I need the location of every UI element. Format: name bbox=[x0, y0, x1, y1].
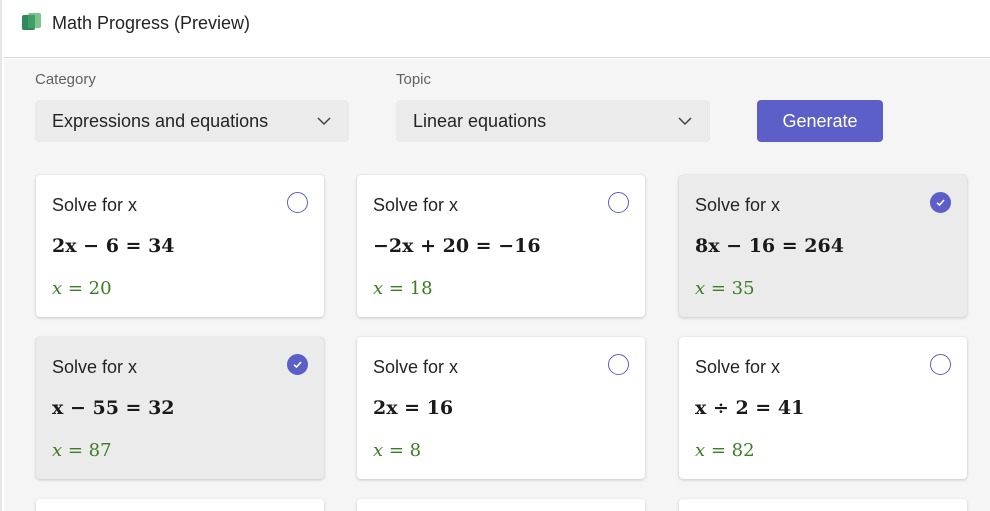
problem-equation: −2x + 20 = −16 bbox=[373, 235, 541, 257]
problem-prompt: Solve for x bbox=[373, 357, 459, 377]
topic-label: Topic bbox=[396, 71, 432, 88]
topic-dropdown[interactable]: Linear equations bbox=[396, 100, 710, 142]
problem-answer: x = 18 bbox=[373, 278, 433, 299]
problem-equation: x ÷ 2 = 41 bbox=[695, 397, 805, 419]
category-dropdown[interactable]: Expressions and equations bbox=[35, 100, 349, 142]
title-bar: Math Progress (Preview) bbox=[4, 0, 990, 58]
problem-answer: x = 20 bbox=[52, 278, 112, 299]
chevron-down-icon bbox=[678, 117, 692, 126]
generator-panel: Category Expressions and equations Topic… bbox=[4, 59, 990, 511]
topic-value: Linear equations bbox=[413, 110, 547, 131]
problem-prompt: Solve for x bbox=[52, 357, 138, 377]
problem-card-partial[interactable] bbox=[679, 499, 967, 511]
problem-equation: 2x = 16 bbox=[373, 397, 454, 419]
problem-prompt: Solve for x bbox=[695, 195, 781, 215]
app-window: Math Progress (Preview) Category Express… bbox=[0, 0, 990, 511]
problem-prompt: Solve for x bbox=[373, 195, 459, 215]
select-radio[interactable] bbox=[930, 354, 951, 375]
problem-answer: x = 35 bbox=[695, 278, 755, 299]
category-value: Expressions and equations bbox=[52, 110, 269, 131]
select-radio[interactable] bbox=[608, 192, 629, 213]
problem-answer: x = 87 bbox=[52, 440, 112, 461]
math-progress-app-icon bbox=[22, 13, 41, 30]
problem-card-partial[interactable] bbox=[36, 499, 324, 511]
chevron-down-icon bbox=[317, 117, 331, 126]
problem-answer: x = 8 bbox=[373, 440, 422, 461]
select-radio-checked[interactable] bbox=[287, 354, 308, 375]
problem-prompt: Solve for x bbox=[52, 195, 138, 215]
app-title: Math Progress (Preview) bbox=[52, 13, 251, 33]
checkmark-icon bbox=[936, 199, 945, 207]
select-radio[interactable] bbox=[608, 354, 629, 375]
problem-card[interactable]: Solve for x 2x − 6 = 34 x = 20 bbox=[36, 175, 324, 317]
problem-card-partial[interactable] bbox=[357, 499, 645, 511]
select-radio[interactable] bbox=[287, 192, 308, 213]
select-radio-checked[interactable] bbox=[930, 192, 951, 213]
problem-equation: 8x − 16 = 264 bbox=[695, 235, 844, 257]
problem-card[interactable]: Solve for x x − 55 = 32 x = 87 bbox=[36, 337, 324, 479]
generate-button[interactable]: Generate bbox=[757, 100, 883, 142]
problem-equation: 2x − 6 = 34 bbox=[52, 235, 175, 257]
problem-card[interactable]: Solve for x −2x + 20 = −16 x = 18 bbox=[357, 175, 645, 317]
problem-answer: x = 82 bbox=[695, 440, 755, 461]
problem-card[interactable]: Solve for x 2x = 16 x = 8 bbox=[357, 337, 645, 479]
problem-prompt: Solve for x bbox=[695, 357, 781, 377]
problem-card[interactable]: Solve for x 8x − 16 = 264 x = 35 bbox=[679, 175, 967, 317]
problem-equation: x − 55 = 32 bbox=[52, 397, 175, 419]
checkmark-icon bbox=[293, 361, 302, 369]
problem-card[interactable]: Solve for x x ÷ 2 = 41 x = 82 bbox=[679, 337, 967, 479]
category-label: Category bbox=[35, 71, 96, 88]
